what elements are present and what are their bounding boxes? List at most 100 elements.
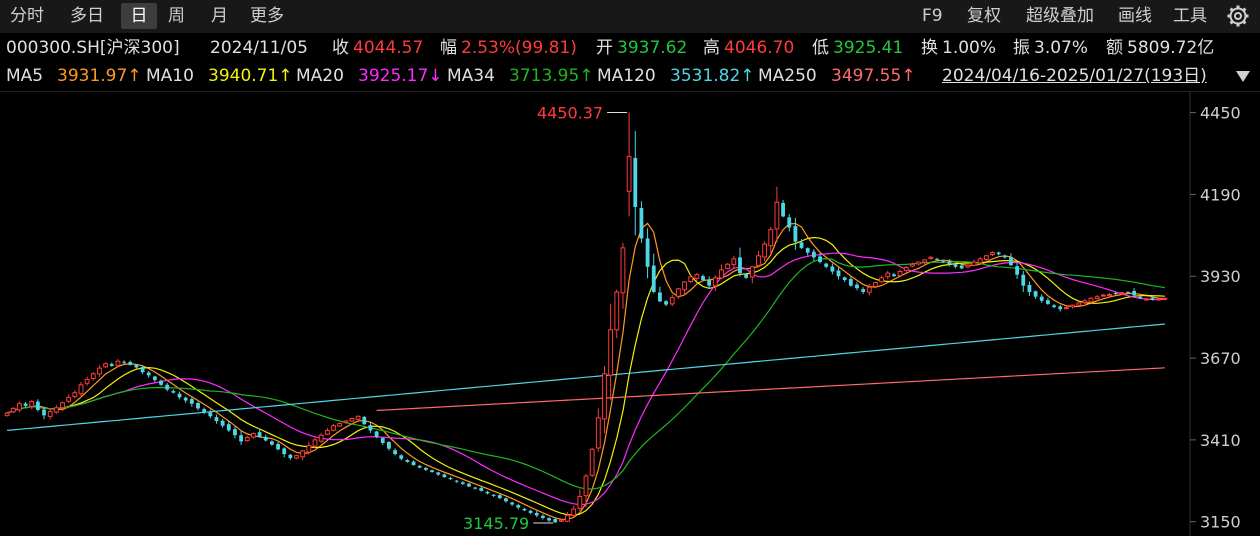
range-dropdown-icon[interactable] <box>1234 67 1252 85</box>
candle <box>318 433 324 443</box>
candle <box>251 432 256 439</box>
candle <box>97 365 102 377</box>
candle <box>380 437 385 445</box>
tab-weekly[interactable]: 周 <box>168 3 192 29</box>
y-tick-label: 3150 <box>1200 513 1241 532</box>
candle <box>331 423 336 432</box>
super-overlay-button[interactable]: 超级叠加 <box>1026 3 1094 29</box>
candle <box>436 471 441 477</box>
kline-window: 分时 多日 日 周 月 更多 F9 复权 超级叠加 画线 工具 000300.S… <box>0 0 1260 536</box>
candle <box>189 397 194 407</box>
candle <box>928 255 934 260</box>
candle <box>467 482 471 488</box>
candle <box>183 396 188 403</box>
candle <box>830 263 835 275</box>
adjust-button[interactable]: 复权 <box>967 3 1001 29</box>
candle <box>128 360 133 366</box>
candle <box>35 399 40 412</box>
candle <box>675 287 681 299</box>
candle <box>276 441 280 451</box>
candle <box>473 486 478 490</box>
candle <box>855 282 859 291</box>
candle <box>269 440 274 446</box>
candle <box>1070 304 1075 309</box>
candle <box>971 259 977 267</box>
candle <box>1009 253 1013 266</box>
candle <box>177 391 182 400</box>
candle <box>589 447 595 478</box>
y-tick-label: 3930 <box>1200 267 1241 286</box>
candle <box>965 264 971 269</box>
candle <box>879 275 885 284</box>
candle <box>300 449 306 461</box>
amount-label: 额 <box>1106 38 1123 58</box>
candle <box>72 390 78 399</box>
candle <box>368 421 373 433</box>
ma10-value: 3940.71↑ <box>208 66 293 86</box>
candle <box>387 441 391 451</box>
ma10-line <box>6 236 1165 516</box>
candle <box>892 272 896 277</box>
candle <box>774 186 780 242</box>
candle <box>504 497 508 503</box>
candle <box>694 273 700 282</box>
candle <box>639 201 644 243</box>
turnover-label: 换 <box>921 38 938 58</box>
candle <box>362 415 367 426</box>
date-range-selector[interactable]: 2024/04/16-2025/01/27(193日) <box>942 64 1207 88</box>
symbol-label: 000300.SH[沪深300] <box>6 38 180 58</box>
candle <box>430 469 434 473</box>
candle <box>1027 281 1032 296</box>
candle <box>781 200 785 218</box>
f9-button[interactable]: F9 <box>922 3 943 29</box>
candle <box>996 251 1001 256</box>
candle <box>725 262 731 270</box>
candle <box>442 473 447 478</box>
low-price-label: 3145.79 <box>463 514 529 533</box>
change-value: 2.53%(99.81) <box>461 38 577 58</box>
candle <box>282 447 287 458</box>
candle <box>171 389 176 394</box>
candle <box>109 362 114 367</box>
ma20-name: MA20 <box>296 66 344 86</box>
candle <box>1052 303 1056 309</box>
candle <box>744 272 749 279</box>
ma10-name: MA10 <box>146 66 194 86</box>
ma20-value: 3925.17↓ <box>358 66 443 86</box>
candle <box>633 131 638 236</box>
candle <box>842 276 847 283</box>
candle <box>762 241 768 261</box>
candle <box>749 266 755 284</box>
candle <box>522 507 527 512</box>
candle <box>312 437 318 448</box>
candle <box>10 407 16 414</box>
candle <box>608 303 614 401</box>
candle <box>707 276 712 289</box>
candle <box>1058 304 1063 312</box>
candle <box>664 300 668 307</box>
candle <box>66 394 72 403</box>
tab-multi-day[interactable]: 多日 <box>70 3 114 29</box>
ma250-value: 3497.55↑ <box>831 66 916 86</box>
candle <box>731 255 737 268</box>
candle <box>959 264 964 270</box>
tools-button[interactable]: 工具 <box>1173 3 1207 29</box>
candle <box>393 448 397 456</box>
candle <box>903 265 909 273</box>
candle <box>294 454 299 460</box>
open-label: 开 <box>596 38 613 58</box>
settings-gear-icon[interactable] <box>1226 4 1250 28</box>
tab-monthly[interactable]: 月 <box>211 3 235 29</box>
candlestick-chart[interactable]: 4450 4190 3930 3670 3410 3150 4450.37 3145.79 <box>0 92 1260 536</box>
change-label: 幅 <box>440 38 457 58</box>
candle <box>547 517 551 523</box>
tab-more[interactable]: 更多 <box>250 3 294 29</box>
candle <box>824 262 829 269</box>
candle <box>756 250 761 268</box>
candle <box>602 366 607 434</box>
draw-line-button[interactable]: 画线 <box>1118 3 1152 29</box>
tab-daily[interactable]: 日 <box>121 3 157 29</box>
candle <box>324 427 330 436</box>
tab-intraday[interactable]: 分时 <box>10 3 54 29</box>
turnover-value: 1.00% <box>942 38 997 58</box>
